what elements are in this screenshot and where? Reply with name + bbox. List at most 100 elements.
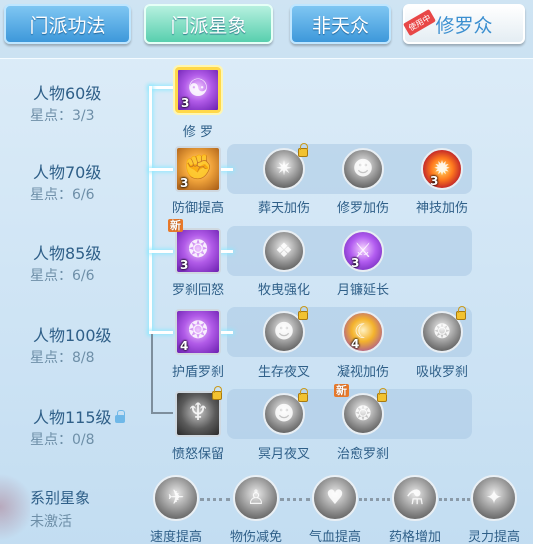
skill-label: 修 罗 bbox=[182, 125, 214, 140]
padlock-icon bbox=[377, 388, 387, 402]
tree-line bbox=[149, 250, 173, 253]
series-connector bbox=[280, 498, 310, 501]
padlock-icon bbox=[298, 388, 308, 402]
series-potion-slot[interactable]: ⚗ bbox=[392, 475, 438, 521]
skill-xiuluo-dmg[interactable]: ☻ bbox=[342, 148, 384, 190]
tree-line bbox=[149, 86, 152, 334]
level-stars-115: 星点：0/8 bbox=[30, 432, 95, 448]
tab-xiuluo[interactable]: 使用中 修罗众 bbox=[403, 4, 525, 44]
series-label: 速度提高 bbox=[149, 530, 202, 544]
skill-rakshasa-rage[interactable]: ❂ 3 bbox=[175, 228, 221, 274]
series-connector bbox=[359, 498, 390, 501]
tree-line-locked bbox=[151, 334, 153, 414]
skill-label: 防御提高 bbox=[171, 201, 224, 216]
series-label: 物伤减免 bbox=[229, 530, 282, 544]
skill-label: 月镰延长 bbox=[336, 283, 389, 298]
series-status: 未激活 bbox=[30, 514, 72, 530]
asura-icon: ☯ bbox=[187, 74, 209, 103]
in-use-ribbon: 使用中 bbox=[403, 9, 436, 37]
corner-decoration bbox=[0, 470, 30, 544]
feather-icon: ✈ bbox=[167, 485, 185, 510]
tree-branch bbox=[221, 331, 233, 334]
tree-line bbox=[149, 86, 173, 89]
skill-label: 罗刹回怒 bbox=[171, 283, 224, 298]
heal-rakshasa-icon: ❂ bbox=[354, 401, 372, 426]
series-label: 药格增加 bbox=[388, 530, 441, 544]
dark-burst-icon: ✷ bbox=[275, 156, 293, 181]
tab-sect-skills[interactable]: 门派功法 bbox=[4, 4, 131, 44]
series-connector bbox=[200, 498, 230, 501]
skill-label: 葬天加伤 bbox=[257, 201, 310, 216]
series-label: 气血提高 bbox=[308, 530, 361, 544]
skill-label: 凝视加伤 bbox=[336, 365, 389, 380]
level-title-70: 人物70级 bbox=[33, 163, 102, 182]
yaksha-icon: ☻ bbox=[273, 319, 295, 344]
level-stars-60: 星点：3/3 bbox=[30, 108, 95, 124]
yaksha-icon: ☻ bbox=[273, 401, 295, 426]
padlock-icon bbox=[456, 306, 466, 320]
skill-label: 神技加伤 bbox=[415, 201, 468, 216]
skill-label: 修罗加伤 bbox=[336, 201, 389, 216]
skill-count: 3 bbox=[181, 96, 190, 110]
tab-label: 门派星象 bbox=[170, 14, 247, 37]
skill-label: 护盾罗刹 bbox=[171, 365, 224, 380]
level-title-115: 人物115级 bbox=[33, 404, 125, 428]
skill-defense-up[interactable]: ✊ 3 bbox=[175, 146, 221, 192]
tab-feitian[interactable]: 非天众 bbox=[290, 4, 391, 44]
level-title-100: 人物100级 bbox=[33, 326, 112, 345]
rakshasa-icon: ❂ bbox=[187, 235, 209, 264]
level-title-60: 人物60级 bbox=[33, 84, 102, 103]
padlock-icon bbox=[212, 386, 222, 400]
level-stars-100: 星点：8/8 bbox=[30, 350, 95, 366]
tab-sect-stars[interactable]: 门派星象 bbox=[144, 4, 273, 44]
padlock-icon bbox=[298, 306, 308, 320]
tree-branch bbox=[221, 168, 233, 171]
series-speed-up[interactable]: ✈ bbox=[153, 475, 199, 521]
shield-rakshasa-icon: ❂ bbox=[187, 316, 209, 345]
skill-label: 治愈罗刹 bbox=[336, 447, 389, 462]
skill-divine-dmg[interactable]: ✹ 3 bbox=[421, 148, 463, 190]
series-hp-up[interactable]: ♥ bbox=[312, 475, 358, 521]
skill-label: 愤怒保留 bbox=[171, 447, 224, 462]
series-label: 灵力提高 bbox=[467, 530, 520, 544]
series-phys-reduce[interactable]: ♙ bbox=[233, 475, 279, 521]
skill-moon-scythe[interactable]: ⚔ 3 bbox=[342, 230, 384, 272]
series-spirit-up[interactable]: ✦ bbox=[471, 475, 517, 521]
level-title-85: 人物85级 bbox=[33, 244, 102, 263]
tab-label: 非天众 bbox=[311, 14, 369, 37]
skill-count: 3 bbox=[180, 176, 189, 190]
new-badge: 新 bbox=[168, 219, 183, 232]
potion-icon: ⚗ bbox=[406, 485, 424, 510]
tab-label: 修罗众 bbox=[435, 14, 493, 37]
spirit-icon: ✦ bbox=[485, 485, 503, 510]
tree-branch bbox=[221, 250, 233, 253]
star-panel bbox=[0, 58, 533, 544]
ghost-icon: ❖ bbox=[275, 238, 293, 263]
demon-icon: ♆ bbox=[187, 398, 209, 427]
level-title-text: 人物115级 bbox=[33, 408, 112, 427]
tree-line bbox=[149, 168, 173, 171]
skill-shield-rakshasa[interactable]: ❂ 4 bbox=[175, 309, 221, 355]
skill-gaze-dmg[interactable]: ☾ 4 bbox=[342, 311, 384, 353]
skill-count: 4 bbox=[180, 339, 189, 353]
asura-head-icon: ☻ bbox=[352, 156, 374, 181]
skill-label: 吸收罗刹 bbox=[415, 365, 468, 380]
level-stars-70: 星点：6/6 bbox=[30, 187, 95, 203]
skill-count: 3 bbox=[430, 174, 439, 188]
skill-label: 生存夜叉 bbox=[257, 365, 310, 380]
lock-icon bbox=[114, 409, 125, 423]
series-connector bbox=[439, 498, 470, 501]
skill-count: 3 bbox=[351, 256, 360, 270]
tab-label: 门派功法 bbox=[29, 14, 106, 37]
skill-label: 冥月夜叉 bbox=[257, 447, 310, 462]
skill-muye[interactable]: ❖ bbox=[263, 230, 305, 272]
skill-count: 3 bbox=[180, 258, 189, 272]
skill-asura[interactable]: ☯ 3 bbox=[175, 67, 221, 113]
new-badge: 新 bbox=[334, 384, 349, 397]
absorb-icon: ❂ bbox=[433, 319, 451, 344]
skill-label: 牧曳强化 bbox=[257, 283, 310, 298]
series-title: 系别星象 bbox=[30, 489, 91, 507]
figure-icon: ♙ bbox=[247, 485, 265, 510]
padlock-icon bbox=[298, 143, 308, 157]
heart-icon: ♥ bbox=[326, 485, 344, 510]
